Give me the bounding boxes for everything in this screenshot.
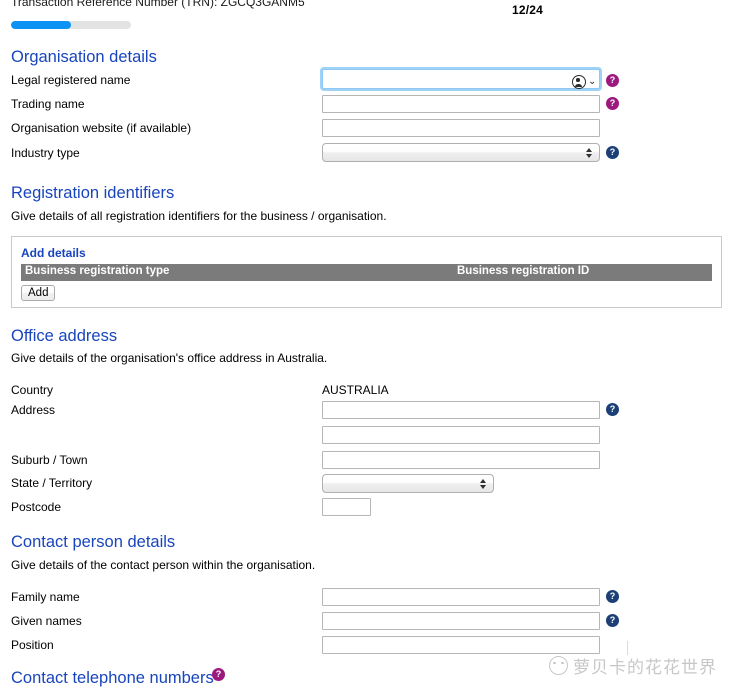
suburb-town-input[interactable] xyxy=(322,451,600,469)
given-names-input[interactable] xyxy=(322,612,600,630)
progress-bar xyxy=(11,21,131,29)
label-organisation-website: Organisation website (if available) xyxy=(11,121,192,135)
label-family-name: Family name xyxy=(11,590,80,604)
watermark-tick xyxy=(627,641,628,655)
transaction-reference-number: Transaction Reference Number (TRN): ZGCQ… xyxy=(11,0,305,9)
help-icon-legal-registered-name[interactable]: ? xyxy=(606,74,619,87)
state-territory-select[interactable] xyxy=(322,474,494,493)
section-heading-organisation-details: Organisation details xyxy=(11,48,157,66)
help-icon-family-name[interactable]: ? xyxy=(606,590,619,603)
label-position: Position xyxy=(11,638,54,652)
label-state-territory: State / Territory xyxy=(11,476,93,490)
subtext-office-address: Give details of the organisation's offic… xyxy=(11,351,328,365)
watermark-text: 萝贝卡的花花世界 xyxy=(573,658,717,678)
position-input[interactable] xyxy=(322,636,600,654)
legal-registered-name-input[interactable] xyxy=(322,69,600,89)
section-heading-contact-person-details: Contact person details xyxy=(11,533,176,551)
add-details-link[interactable]: Add details xyxy=(21,246,86,260)
progress-bar-fill xyxy=(11,21,71,29)
section-heading-contact-telephone-numbers: Contact telephone numbers xyxy=(11,669,214,687)
trading-name-input[interactable] xyxy=(322,95,600,113)
subtext-contact-person: Give details of the contact person withi… xyxy=(11,558,316,572)
label-address: Address xyxy=(11,403,56,417)
help-icon-contact-telephone-numbers[interactable]: ? xyxy=(212,668,225,681)
help-icon-industry-type[interactable]: ? xyxy=(606,146,619,159)
label-suburb-town: Suburb / Town xyxy=(11,453,88,467)
label-trading-name: Trading name xyxy=(11,97,85,111)
help-icon-trading-name[interactable]: ? xyxy=(606,97,619,110)
stepper-arrows-icon xyxy=(586,147,592,158)
industry-type-select[interactable] xyxy=(322,143,600,162)
column-header-business-registration-type: Business registration type xyxy=(25,265,170,277)
subtext-registration-identifiers: Give details of all registration identif… xyxy=(11,209,387,223)
watermark: 萝贝卡的花花世界 xyxy=(549,641,717,678)
address-line2-input[interactable] xyxy=(322,426,600,444)
organisation-website-input[interactable] xyxy=(322,119,600,137)
address-line1-input[interactable] xyxy=(322,401,600,419)
value-country: AUSTRALIA xyxy=(322,383,389,397)
label-given-names: Given names xyxy=(11,614,82,628)
label-legal-registered-name: Legal registered name xyxy=(11,73,131,87)
label-postcode: Postcode xyxy=(11,500,62,514)
postcode-input[interactable] xyxy=(322,498,371,516)
stepper-arrows-icon xyxy=(480,478,486,489)
help-icon-address[interactable]: ? xyxy=(606,403,619,416)
help-icon-given-names[interactable]: ? xyxy=(606,614,619,627)
page-counter: 12/24 xyxy=(512,3,544,17)
watermark-badge-icon xyxy=(549,656,568,675)
section-heading-registration-identifiers: Registration identifiers xyxy=(11,184,175,202)
label-industry-type: Industry type xyxy=(11,146,80,160)
family-name-input[interactable] xyxy=(322,588,600,606)
registration-identifiers-table-header: Business registration type Business regi… xyxy=(21,264,712,281)
add-registration-identifier-button[interactable]: Add xyxy=(21,285,56,301)
column-header-business-registration-id: Business registration ID xyxy=(457,265,590,277)
section-heading-office-address: Office address xyxy=(11,327,118,345)
label-country: Country xyxy=(11,383,54,397)
